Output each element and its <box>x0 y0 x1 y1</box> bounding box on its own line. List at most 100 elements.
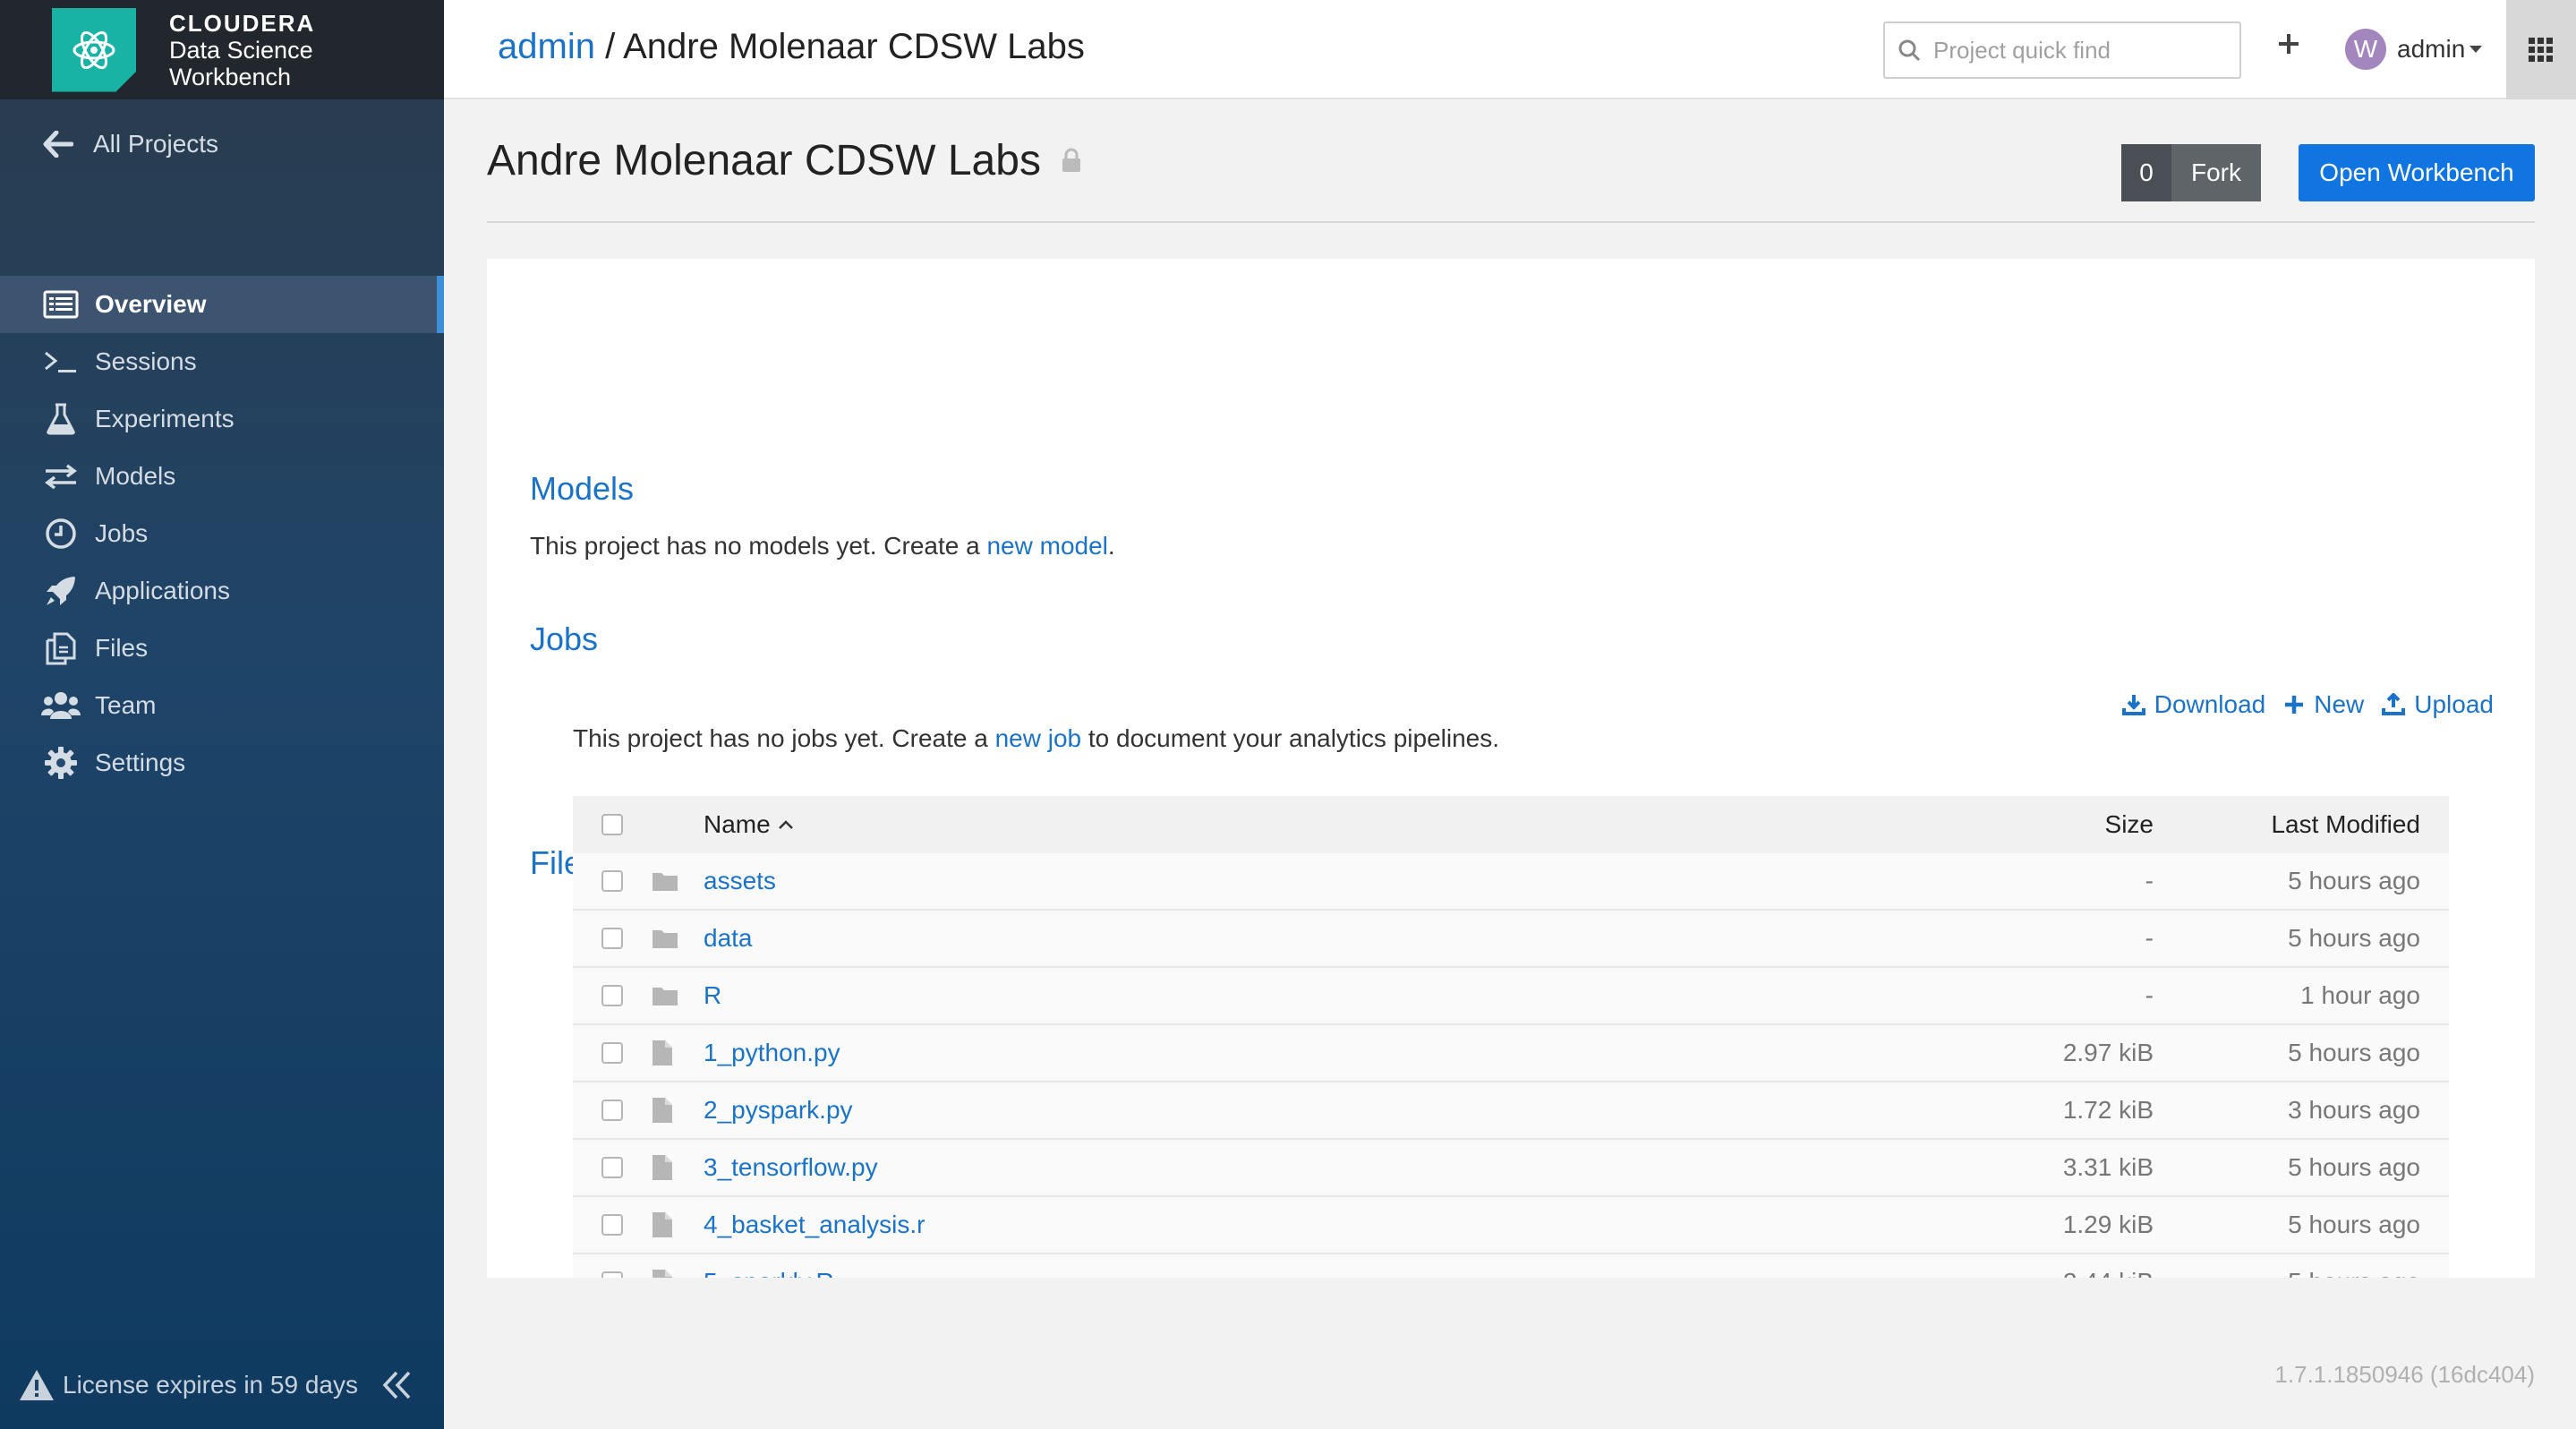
plus-icon <box>2285 696 2304 714</box>
fork-count: 0 <box>2121 144 2171 201</box>
folder-icon <box>653 930 678 948</box>
collapse-sidebar-icon[interactable] <box>381 1370 414 1400</box>
warning-icon <box>20 1370 54 1400</box>
row-checkbox[interactable] <box>601 1042 623 1064</box>
jobs-text-before: This project has no jobs yet. Create a <box>573 724 995 752</box>
sidebar-item-applications[interactable]: Applications <box>0 562 444 620</box>
download-icon <box>2121 695 2145 715</box>
models-empty-text: This project has no models yet. Create a… <box>530 532 1115 560</box>
breadcrumb: admin / Andre Molenaar CDSW Labs <box>498 27 1085 67</box>
clock-icon <box>41 516 81 552</box>
flask-icon <box>41 401 81 437</box>
add-button[interactable] <box>2277 32 2300 60</box>
models-text-before: This project has no models yet. Create a <box>530 532 987 560</box>
file-modified: 5 hours ago <box>2288 1153 2420 1181</box>
download-label: Download <box>2154 690 2266 718</box>
terminal-icon <box>41 344 81 380</box>
sidebar-item-experiments[interactable]: Experiments <box>0 390 444 448</box>
main-content: Andre Molenaar CDSW Labs 0 Fork Open Wor… <box>487 99 2535 1278</box>
row-checkbox[interactable] <box>601 1214 623 1236</box>
jobs-text-after: to document your analytics pipelines. <box>1081 724 1500 752</box>
column-header-size[interactable]: Size <box>2105 810 2154 839</box>
overview-icon <box>41 287 81 322</box>
file-size: - <box>2145 981 2154 1009</box>
row-checkbox[interactable] <box>601 1100 623 1121</box>
sidebar-item-files[interactable]: Files <box>0 620 444 677</box>
file-name-link[interactable]: 2_pyspark.py <box>704 1096 853 1125</box>
user-menu[interactable]: W admin <box>2345 29 2483 70</box>
arrow-left-icon <box>43 131 73 158</box>
file-name-link[interactable]: 5_sparkly.R <box>704 1268 834 1278</box>
project-overview-card: Models This project has no models yet. C… <box>487 259 2535 1278</box>
brand-header: CLOUDERA Data Science Workbench <box>0 0 444 99</box>
sidebar-nav: Overview Sessions Experiments Models Job… <box>0 276 444 792</box>
fork-button[interactable]: 0 Fork <box>2121 144 2261 201</box>
open-workbench-button[interactable]: Open Workbench <box>2299 144 2535 201</box>
table-row: assets - 5 hours ago <box>573 853 2449 911</box>
row-checkbox[interactable] <box>601 985 623 1006</box>
new-file-button[interactable]: New <box>2283 690 2364 719</box>
sidebar-item-label: Settings <box>95 749 186 776</box>
file-modified: 5 hours ago <box>2288 867 2420 894</box>
new-job-link[interactable]: new job <box>995 724 1082 752</box>
search-input[interactable] <box>1933 36 2220 64</box>
download-button[interactable]: Download <box>2121 690 2266 719</box>
row-checkbox[interactable] <box>601 928 623 949</box>
file-modified: 5 hours ago <box>2288 1211 2420 1238</box>
sidebar-item-label: Jobs <box>95 519 149 547</box>
table-row: 5_sparkly.R 2.44 kiB 5 hours ago <box>573 1254 2449 1278</box>
files-table: Name Size Last Modified assets - 5 hours… <box>573 796 2449 1278</box>
lock-icon <box>1062 148 1080 172</box>
upload-button[interactable]: Upload <box>2382 690 2494 719</box>
sidebar-item-label: Models <box>95 462 176 490</box>
apps-grid-button[interactable] <box>2506 0 2576 99</box>
row-checkbox[interactable] <box>601 1157 623 1178</box>
project-header: Andre Molenaar CDSW Labs 0 Fork Open Wor… <box>487 99 2535 223</box>
file-name-link[interactable]: 3_tensorflow.py <box>704 1153 878 1182</box>
sidebar-item-label: Files <box>95 634 149 662</box>
row-checkbox[interactable] <box>601 1271 623 1278</box>
sidebar-item-team[interactable]: Team <box>0 677 444 734</box>
sidebar: CLOUDERA Data Science Workbench All Proj… <box>0 0 444 1429</box>
all-projects-link[interactable]: All Projects <box>0 99 444 189</box>
file-name-link[interactable]: R <box>704 981 721 1010</box>
jobs-heading[interactable]: Jobs <box>530 620 598 658</box>
sidebar-item-label: Team <box>95 691 157 719</box>
row-checkbox[interactable] <box>601 870 623 892</box>
select-all-checkbox[interactable] <box>601 814 623 835</box>
sidebar-item-label: Applications <box>95 577 230 604</box>
exchange-icon <box>41 458 81 494</box>
table-row: R - 1 hour ago <box>573 968 2449 1025</box>
sidebar-item-overview[interactable]: Overview <box>0 276 444 333</box>
table-row: data - 5 hours ago <box>573 911 2449 968</box>
sidebar-item-label: Overview <box>95 290 207 318</box>
new-model-link[interactable]: new model <box>986 532 1107 560</box>
file-icon <box>653 1098 672 1123</box>
file-name-link[interactable]: 1_python.py <box>704 1039 840 1067</box>
sidebar-item-jobs[interactable]: Jobs <box>0 505 444 562</box>
breadcrumb-user-link[interactable]: admin <box>498 27 595 66</box>
table-row: 3_tensorflow.py 3.31 kiB 5 hours ago <box>573 1140 2449 1197</box>
column-header-name[interactable]: Name <box>704 810 794 839</box>
project-quick-find <box>1883 21 2241 79</box>
sidebar-item-settings[interactable]: Settings <box>0 734 444 792</box>
caret-down-icon <box>2469 46 2483 53</box>
file-name-link[interactable]: assets <box>704 867 776 895</box>
sidebar-item-models[interactable]: Models <box>0 448 444 505</box>
upload-label: Upload <box>2414 690 2494 718</box>
user-name: admin <box>2397 35 2466 63</box>
file-size: - <box>2145 867 2154 894</box>
file-modified: 5 hours ago <box>2288 1039 2420 1066</box>
brand-text: CLOUDERA Data Science Workbench <box>169 10 315 90</box>
file-name-link[interactable]: data <box>704 924 753 953</box>
file-icon <box>653 1040 672 1065</box>
file-modified: 3 hours ago <box>2288 1096 2420 1124</box>
file-modified: 1 hour ago <box>2300 981 2420 1009</box>
folder-icon <box>653 988 678 1005</box>
file-name-link[interactable]: 4_basket_analysis.r <box>704 1211 925 1239</box>
file-size: 2.97 kiB <box>2062 1039 2154 1066</box>
column-header-modified[interactable]: Last Modified <box>2271 810 2420 839</box>
sidebar-item-sessions[interactable]: Sessions <box>0 333 444 390</box>
license-text: License expires in 59 days <box>63 1371 358 1399</box>
models-heading[interactable]: Models <box>530 470 634 508</box>
